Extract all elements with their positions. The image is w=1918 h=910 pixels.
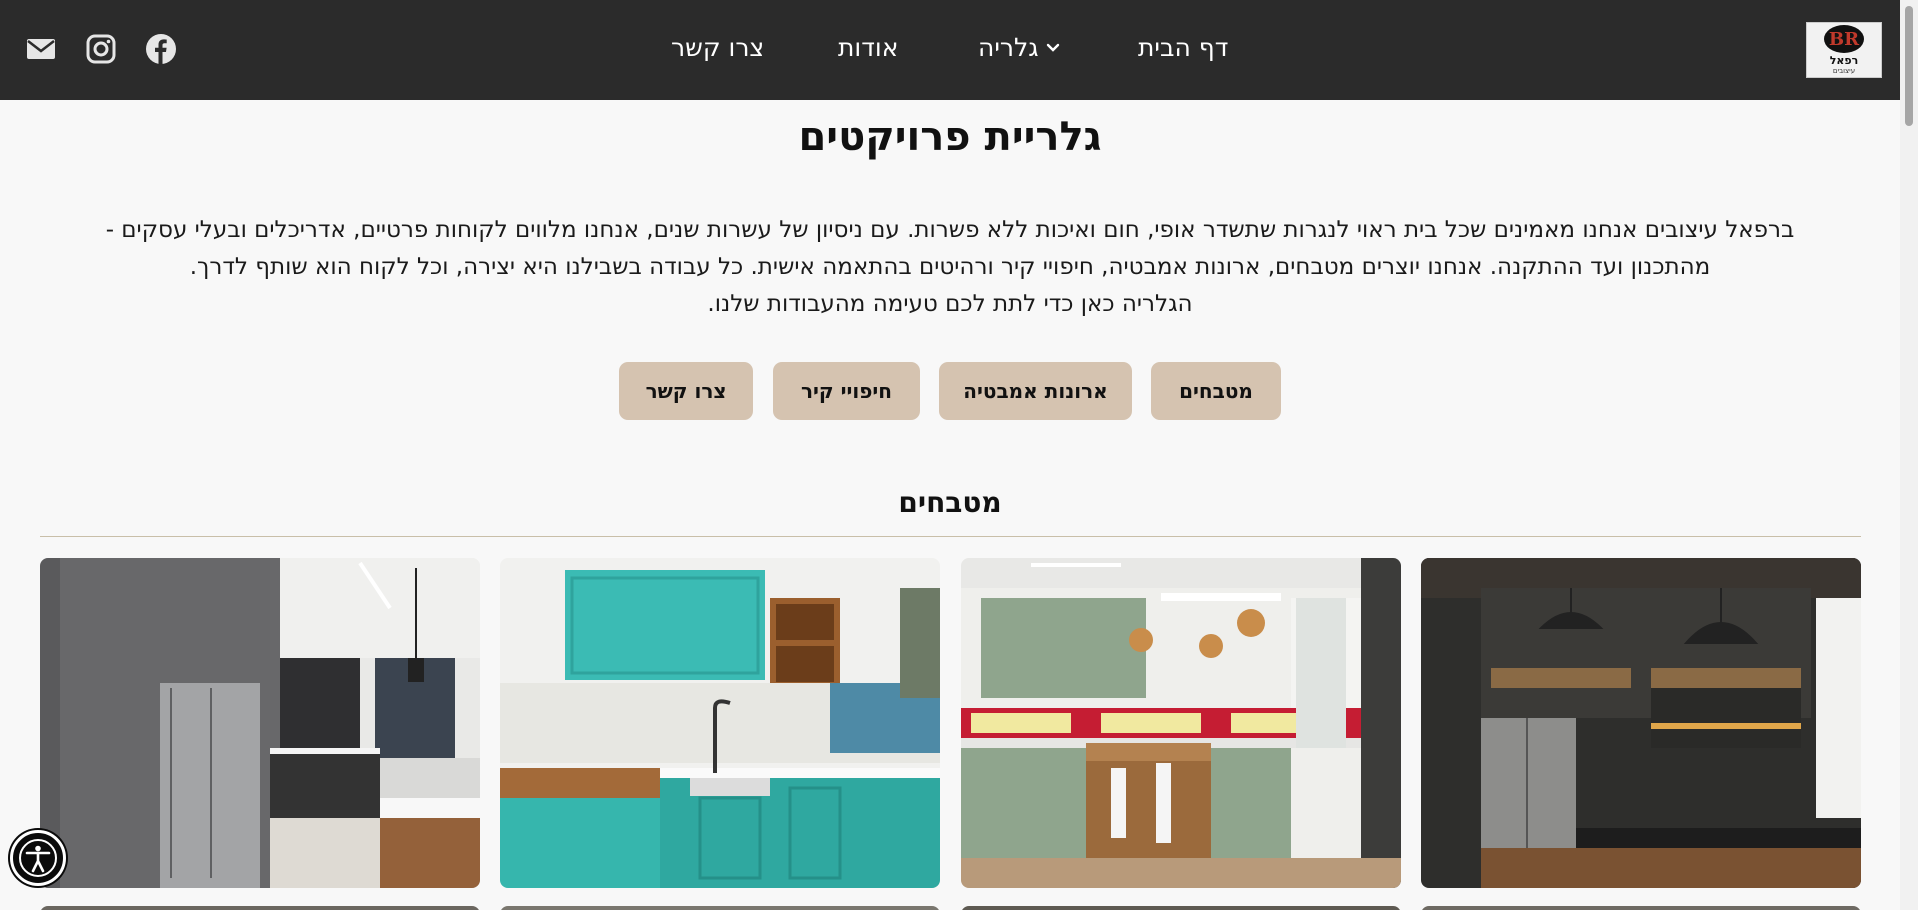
kitchens-button[interactable]: מטבחים	[1151, 362, 1281, 420]
gallery-image-2[interactable]	[961, 558, 1401, 888]
facebook-icon[interactable]	[144, 32, 178, 66]
page-title: גלריית פרויקטים	[798, 114, 1102, 160]
intro-text: ברפאל עיצובים אנחנו מאמינים שכל בית ראוי…	[40, 212, 1860, 323]
contact-button[interactable]: צרו קשר	[619, 362, 753, 420]
gallery-image-1[interactable]	[1421, 558, 1861, 888]
scrollbar-thumb[interactable]	[1905, 6, 1913, 126]
gallery-image-3[interactable]	[500, 558, 940, 888]
logo-subtitle: עיצובים	[1832, 67, 1856, 75]
logo-name: רפאל	[1829, 54, 1859, 67]
gallery-image-4[interactable]	[40, 558, 480, 888]
nav-home[interactable]: דף הבית	[1138, 33, 1228, 62]
social-links	[24, 32, 178, 66]
header-bar: דף הבית גלריה אודות צרו קשר BR רפאל עיצו…	[0, 0, 1900, 100]
nav-about[interactable]: אודות	[838, 33, 898, 62]
gallery-image-8[interactable]	[40, 906, 480, 910]
accessibility-icon[interactable]	[10, 830, 66, 886]
intro-line: ברפאל עיצובים אנחנו מאמינים שכל בית ראוי…	[105, 217, 1795, 243]
scrollbar-track[interactable]	[1900, 0, 1918, 910]
nav-gallery[interactable]: גלריה	[978, 33, 1061, 62]
gallery-image-7[interactable]	[500, 906, 940, 910]
intro-line: הגלריה כאן כדי לתת לכם טעימה מהעבודות של…	[707, 291, 1193, 317]
instagram-icon[interactable]	[84, 32, 118, 66]
section-title-kitchens: מטבחים	[898, 486, 1002, 519]
site-logo[interactable]: BR רפאל עיצובים	[1806, 22, 1882, 78]
chevron-down-icon	[1046, 43, 1059, 52]
gallery-image-6[interactable]	[961, 906, 1401, 910]
nav-gallery-label: גלריה	[978, 33, 1039, 62]
bathroom-cabinets-button[interactable]: ארונות אמבטיה	[939, 362, 1132, 420]
logo-mark: BR	[1824, 25, 1864, 53]
wall-cladding-button[interactable]: חיפויי קיר	[773, 362, 920, 420]
email-icon[interactable]	[24, 32, 58, 66]
gallery-image-5[interactable]	[1421, 906, 1861, 910]
section-divider	[40, 536, 1861, 537]
intro-line: מהתכנון ועד ההתקנה. אנחנו יוצרים מטבחים,…	[189, 254, 1711, 280]
nav-contact[interactable]: צרו קשר	[671, 33, 764, 62]
